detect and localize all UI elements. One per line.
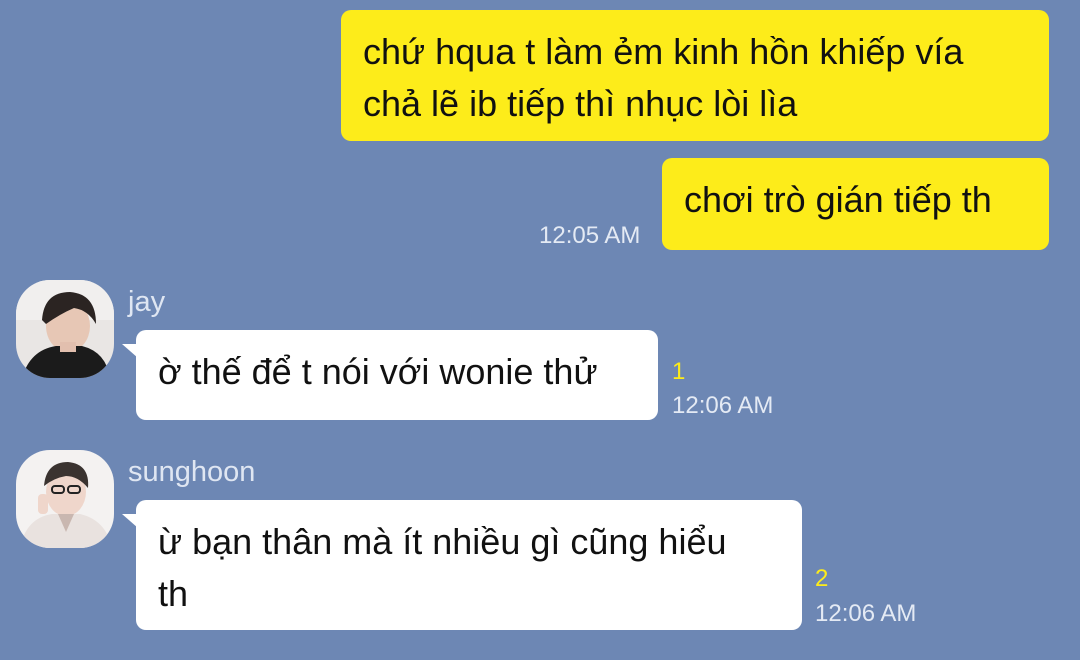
bubble-tail (122, 344, 138, 358)
sender-name: sunghoon (128, 456, 256, 488)
avatar-sunghoon[interactable] (16, 450, 114, 548)
read-count: 2 (815, 565, 829, 592)
chat-thread: chứ hqua t làm ẻm kinh hồn khiếp vía chả… (0, 0, 1080, 660)
sender-name: jay (128, 286, 166, 318)
message-timestamp: 12:05 AM (539, 222, 641, 249)
message-bubble-incoming[interactable]: ờ thế để t nói với wonie thử (122, 330, 658, 420)
avatar-jay[interactable] (16, 280, 114, 378)
message-line: chứ hqua t làm ẻm kinh hồn khiếp vía (363, 31, 964, 72)
message-bubble-incoming[interactable]: ừ bạn thân mà ít nhiều gì cũng hiểu th (122, 500, 802, 630)
avatar-jay-icon (16, 280, 114, 378)
message-line: chả lẽ ib tiếp thì nhục lòi lìa (363, 83, 798, 124)
bubble-tail (122, 514, 138, 528)
message-timestamp: 12:06 AM (672, 392, 774, 419)
message-timestamp: 12:06 AM (815, 600, 917, 627)
message-text: ờ thế để t nói với wonie thử (158, 351, 598, 392)
read-count: 1 (672, 358, 686, 385)
avatar-sunghoon-icon (16, 450, 114, 548)
message-text: chơi trò gián tiếp th (684, 179, 992, 220)
message-line: ừ bạn thân mà ít nhiều gì cũng hiểu (158, 521, 727, 562)
message-bubble-outgoing[interactable]: chơi trò gián tiếp th (662, 158, 1049, 250)
message-bubble-outgoing[interactable]: chứ hqua t làm ẻm kinh hồn khiếp vía chả… (341, 10, 1049, 141)
message-line: th (158, 573, 189, 614)
